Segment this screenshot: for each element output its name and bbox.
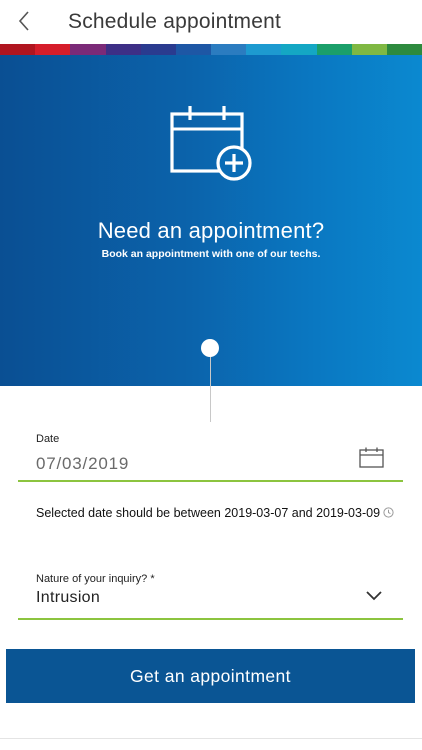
brand-stripe-segment: [316, 44, 352, 55]
inquiry-field-underline: [18, 618, 403, 620]
brand-stripe-segment: [105, 44, 141, 55]
brand-stripe-segment: [140, 44, 176, 55]
brand-stripe-segment: [351, 44, 387, 55]
date-field-label: Date: [36, 433, 60, 445]
brand-stripe-segment: [281, 44, 317, 55]
brand-stripe-segment: [0, 44, 36, 55]
page-title: Schedule appointment: [68, 10, 281, 33]
brand-stripe-segment: [211, 44, 247, 55]
brand-stripe-segment: [246, 44, 282, 55]
hero-banner: Need an appointment? Book an appointment…: [0, 55, 422, 386]
inquiry-selected-value: Intrusion: [36, 589, 101, 606]
chevron-down-icon: [366, 591, 382, 601]
date-picker-button[interactable]: [358, 446, 386, 470]
app-header: Schedule appointment: [0, 0, 422, 44]
date-range-hint: Selected date should be between 2019-03-…: [36, 503, 398, 523]
brand-stripe-segment: [175, 44, 212, 55]
brand-stripe-segment: [35, 44, 71, 55]
hero-subtitle: Book an appointment with one of our tech…: [101, 248, 321, 260]
date-input[interactable]: 07/03/2019: [36, 454, 129, 474]
calendar-add-icon: [170, 106, 252, 181]
calendar-icon: [359, 447, 384, 468]
chevron-left-icon: [18, 11, 29, 31]
brand-stripe-segment: [70, 44, 106, 55]
brand-stripe-segment: [386, 44, 422, 55]
date-range-hint-text: Selected date should be between 2019-03-…: [36, 506, 381, 520]
date-field-underline: [18, 480, 403, 482]
get-appointment-button[interactable]: Get an appointment: [6, 649, 415, 703]
schedule-appointment-screen: Schedule appointment Need an appointment…: [0, 0, 422, 750]
back-button[interactable]: [10, 6, 38, 36]
timeline-dot: [201, 339, 219, 357]
brand-color-stripe: [0, 44, 422, 55]
bottom-divider: [0, 738, 422, 739]
timeline-connector: [210, 357, 211, 422]
clock-icon: [383, 507, 394, 518]
hero-title: Need an appointment?: [97, 218, 325, 243]
